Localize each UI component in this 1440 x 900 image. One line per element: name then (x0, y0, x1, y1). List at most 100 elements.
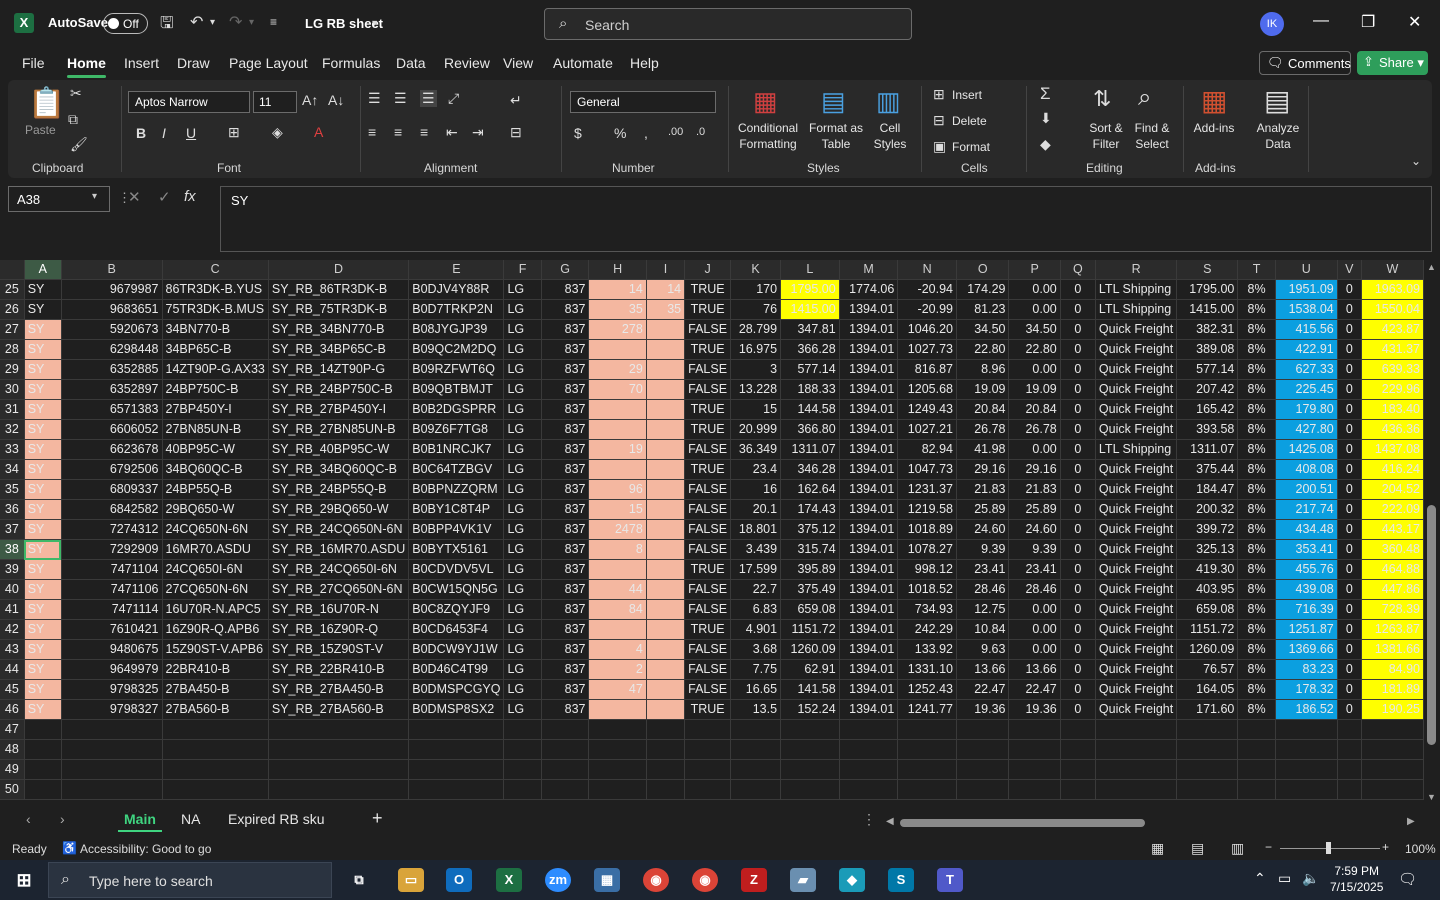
row-header[interactable]: 44 (0, 659, 25, 680)
cell-r34[interactable]: Quick Freight (1095, 459, 1178, 480)
empty-cell[interactable] (730, 719, 782, 740)
empty-cell[interactable] (956, 719, 1010, 740)
cell-r45[interactable]: Quick Freight (1095, 679, 1178, 700)
cell-u40[interactable]: 439.08 (1275, 579, 1338, 600)
empty-cell[interactable] (503, 779, 542, 800)
save-icon[interactable]: 🖫 (160, 12, 174, 39)
cell-l46[interactable]: 152.24 (780, 699, 840, 720)
cell-a28[interactable]: SY (24, 339, 62, 360)
cell-w35[interactable]: 204.52 (1361, 479, 1424, 500)
paste-label[interactable]: Paste (25, 122, 56, 138)
paste-icon[interactable]: 📋 (28, 86, 65, 121)
cell-i31[interactable] (646, 399, 686, 420)
cell-o35[interactable]: 21.83 (956, 479, 1010, 500)
cell-i45[interactable] (646, 679, 686, 700)
sheet-tab-main[interactable]: Main (118, 811, 162, 832)
empty-cell[interactable] (24, 759, 62, 780)
tab-file[interactable]: File (22, 55, 45, 71)
font-name-select[interactable]: Aptos Narrow (128, 91, 250, 113)
cell-g30[interactable]: 837 (541, 379, 590, 400)
empty-cell[interactable] (684, 779, 732, 800)
cell-s35[interactable]: 184.47 (1176, 479, 1239, 500)
zoom-level[interactable]: 100% (1405, 842, 1436, 856)
cell-p30[interactable]: 19.09 (1008, 379, 1061, 400)
cell-i44[interactable] (646, 659, 686, 680)
column-header-w[interactable]: W (1361, 260, 1424, 280)
cell-t40[interactable]: 8% (1237, 579, 1276, 600)
cell-p43[interactable]: 0.00 (1008, 639, 1061, 660)
cell-g44[interactable]: 837 (541, 659, 590, 680)
cell-i46[interactable] (646, 699, 686, 720)
cell-j41[interactable]: FALSE (684, 599, 732, 620)
cell-f35[interactable]: LG (503, 479, 542, 500)
cell-d45[interactable]: SY_RB_27BA450-B (268, 679, 410, 700)
cell-r46[interactable]: Quick Freight (1095, 699, 1178, 720)
cell-a27[interactable]: SY (24, 319, 62, 340)
cell-k40[interactable]: 22.7 (730, 579, 782, 600)
cell-k44[interactable]: 7.75 (730, 659, 782, 680)
cut-icon[interactable]: ✂ (70, 85, 82, 102)
currency-icon[interactable]: $ (574, 125, 582, 141)
cell-f29[interactable]: LG (503, 359, 542, 380)
cell-w41[interactable]: 728.39 (1361, 599, 1424, 620)
tab-view[interactable]: View (503, 55, 533, 71)
cell-f45[interactable]: LG (503, 679, 542, 700)
cell-l39[interactable]: 395.89 (780, 559, 840, 580)
empty-cell[interactable] (1237, 759, 1276, 780)
align-top-icon[interactable]: ☰ (368, 90, 381, 107)
cell-o34[interactable]: 29.16 (956, 459, 1010, 480)
empty-cell[interactable] (1060, 759, 1096, 780)
cell-l36[interactable]: 174.43 (780, 499, 840, 520)
row-header[interactable]: 33 (0, 439, 25, 460)
cell-q33[interactable]: 0 (1060, 439, 1096, 460)
format-painter-icon[interactable]: 🖌 (70, 136, 88, 153)
bold-icon[interactable]: B (136, 125, 146, 141)
empty-cell[interactable] (541, 759, 590, 780)
cell-g34[interactable]: 837 (541, 459, 590, 480)
zoom-slider-thumb[interactable] (1326, 842, 1331, 854)
conditional-formatting-icon[interactable]: ▦ (753, 86, 778, 117)
cell-d26[interactable]: SY_RB_75TR3DK-B (268, 299, 410, 320)
cell-f42[interactable]: LG (503, 619, 542, 640)
row-header[interactable]: 26 (0, 299, 25, 320)
cell-t35[interactable]: 8% (1237, 479, 1276, 500)
cell-q27[interactable]: 0 (1060, 319, 1096, 340)
empty-cell[interactable] (646, 759, 686, 780)
cell-k43[interactable]: 3.68 (730, 639, 782, 660)
cell-h27[interactable]: 278 (588, 319, 647, 340)
row-header[interactable]: 31 (0, 399, 25, 420)
cell-l44[interactable]: 62.91 (780, 659, 840, 680)
cell-o32[interactable]: 26.78 (956, 419, 1010, 440)
cell-u32[interactable]: 427.80 (1275, 419, 1338, 440)
cell-q43[interactable]: 0 (1060, 639, 1096, 660)
cell-w25[interactable]: 1963.09 (1361, 279, 1424, 300)
cell-c42[interactable]: 16Z90R-Q.APB6 (162, 619, 269, 640)
cell-e45[interactable]: B0DMSPCGYQ (408, 679, 505, 700)
cell-d32[interactable]: SY_RB_27BN85UN-B (268, 419, 410, 440)
cell-c29[interactable]: 14ZT90P-G.AX33 (162, 359, 269, 380)
empty-cell[interactable] (1095, 739, 1178, 760)
cell-e44[interactable]: B0D46C4T99 (408, 659, 505, 680)
cell-q46[interactable]: 0 (1060, 699, 1096, 720)
empty-cell[interactable] (730, 739, 782, 760)
cell-l30[interactable]: 188.33 (780, 379, 840, 400)
cell-u46[interactable]: 186.52 (1275, 699, 1338, 720)
cell-e26[interactable]: B0D7TRKP2N (408, 299, 505, 320)
align-left-icon[interactable]: ≡ (368, 124, 376, 140)
cell-k37[interactable]: 18.801 (730, 519, 782, 540)
cell-a34[interactable]: SY (24, 459, 62, 480)
cell-k28[interactable]: 16.975 (730, 339, 782, 360)
row-header[interactable]: 37 (0, 519, 25, 540)
cell-q32[interactable]: 0 (1060, 419, 1096, 440)
cell-k26[interactable]: 76 (730, 299, 782, 320)
empty-cell[interactable] (956, 739, 1010, 760)
cell-o46[interactable]: 19.36 (956, 699, 1010, 720)
cell-j29[interactable]: FALSE (684, 359, 732, 380)
cell-g36[interactable]: 837 (541, 499, 590, 520)
vertical-scrollbar[interactable]: ▲ ▼ (1424, 260, 1440, 806)
cell-n42[interactable]: 242.29 (897, 619, 957, 640)
cell-n32[interactable]: 1027.21 (897, 419, 957, 440)
cell-o29[interactable]: 8.96 (956, 359, 1010, 380)
cell-a29[interactable]: SY (24, 359, 62, 380)
cell-c38[interactable]: 16MR70.ASDU (162, 539, 269, 560)
